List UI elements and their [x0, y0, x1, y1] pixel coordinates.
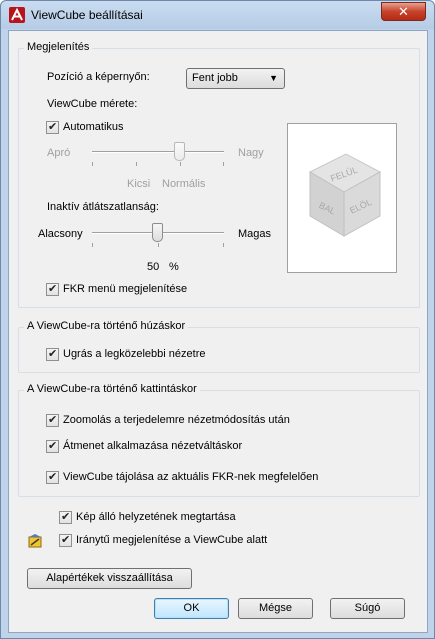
keep-upright-label: Kép álló helyzetének megtartása: [76, 511, 236, 523]
show-compass-label: Iránytű megjelenítése a ViewCube alatt: [76, 534, 268, 546]
display-group-title: Megjelenítés: [24, 41, 93, 53]
viewcube-graphic: FELÜL BAL ELÖL: [308, 153, 382, 237]
title-bar[interactable]: ViewCube beállításai ✕: [1, 1, 434, 29]
size-label: ViewCube mérete:: [47, 98, 138, 110]
chevron-down-icon: ▼: [269, 73, 278, 83]
fkr-menu-label: FKR menü megjelenítése: [63, 283, 188, 295]
opacity-tick: [223, 243, 224, 247]
transition-checkbox[interactable]: [46, 439, 59, 453]
position-dropdown-value: Fent jobb: [192, 72, 238, 84]
orient-ucs-checkbox[interactable]: [46, 470, 59, 484]
size-tick: [180, 162, 181, 166]
autocad-app-icon: [9, 7, 25, 23]
auto-size-checkbox[interactable]: [46, 120, 59, 134]
size-slider-track: [92, 151, 224, 153]
compass-icon: [28, 534, 42, 548]
close-icon: ✕: [398, 4, 409, 19]
dialog-client-area: Megjelenítés Pozíció a képernyőn: Fent j…: [8, 30, 428, 633]
window-title: ViewCube beállításai: [31, 8, 143, 22]
opacity-min-label: Alacsony: [38, 228, 83, 240]
transition-label: Átmenet alkalmazása nézetváltáskor: [63, 440, 243, 452]
snap-view-checkbox[interactable]: [46, 347, 59, 361]
size-tick-small-label: Kicsi: [127, 178, 151, 190]
opacity-slider-thumb[interactable]: [152, 223, 163, 242]
auto-size-label: Automatikus: [63, 121, 124, 133]
size-max-label: Nagy: [238, 147, 264, 159]
size-tick: [136, 162, 137, 166]
help-button[interactable]: Súgó: [330, 598, 405, 619]
display-group: Megjelenítés Pozíció a képernyőn: Fent j…: [18, 41, 420, 308]
opacity-label: Inaktív átlátszatlanság:: [47, 201, 159, 213]
size-tick: [92, 162, 93, 166]
show-compass-checkbox[interactable]: [59, 533, 72, 547]
snap-view-label: Ugrás a legközelebbi nézetre: [63, 348, 206, 360]
size-slider-thumb[interactable]: [174, 142, 185, 161]
position-label: Pozíció a képernyőn:: [47, 71, 150, 83]
opacity-max-label: Magas: [238, 228, 272, 240]
size-tick-normal-label: Normális: [162, 178, 206, 190]
position-dropdown[interactable]: Fent jobb ▼: [186, 68, 285, 89]
opacity-tick: [92, 243, 93, 247]
orient-ucs-label: ViewCube tájolása az aktuális FKR-nek me…: [63, 471, 319, 483]
zoom-extents-checkbox[interactable]: [46, 413, 59, 427]
opacity-value: 50: [147, 261, 160, 273]
opacity-unit: %: [169, 261, 179, 273]
click-group: A ViewCube-ra történő kattintáskor Zoomo…: [18, 383, 420, 497]
restore-defaults-button[interactable]: Alapértékek visszaállítása: [27, 568, 192, 589]
ok-button[interactable]: OK: [154, 598, 229, 619]
size-min-label: Apró: [47, 147, 71, 159]
dialog-window: ViewCube beállításai ✕ Megjelenítés Pozí…: [0, 0, 435, 639]
drag-group: A ViewCube-ra történő húzáskor Ugrás a l…: [18, 320, 420, 373]
size-tick: [223, 162, 224, 166]
keep-upright-checkbox[interactable]: [59, 510, 72, 524]
drag-group-title: A ViewCube-ra történő húzáskor: [24, 320, 189, 332]
close-button[interactable]: ✕: [381, 2, 426, 21]
viewcube-preview: FELÜL BAL ELÖL: [287, 123, 397, 273]
fkr-menu-checkbox[interactable]: [46, 282, 59, 296]
cancel-button[interactable]: Mégse: [238, 598, 313, 619]
click-group-title: A ViewCube-ra történő kattintáskor: [24, 383, 200, 395]
zoom-extents-label: Zoomolás a terjedelemre nézetmódosítás u…: [63, 414, 290, 426]
opacity-tick: [158, 243, 159, 247]
